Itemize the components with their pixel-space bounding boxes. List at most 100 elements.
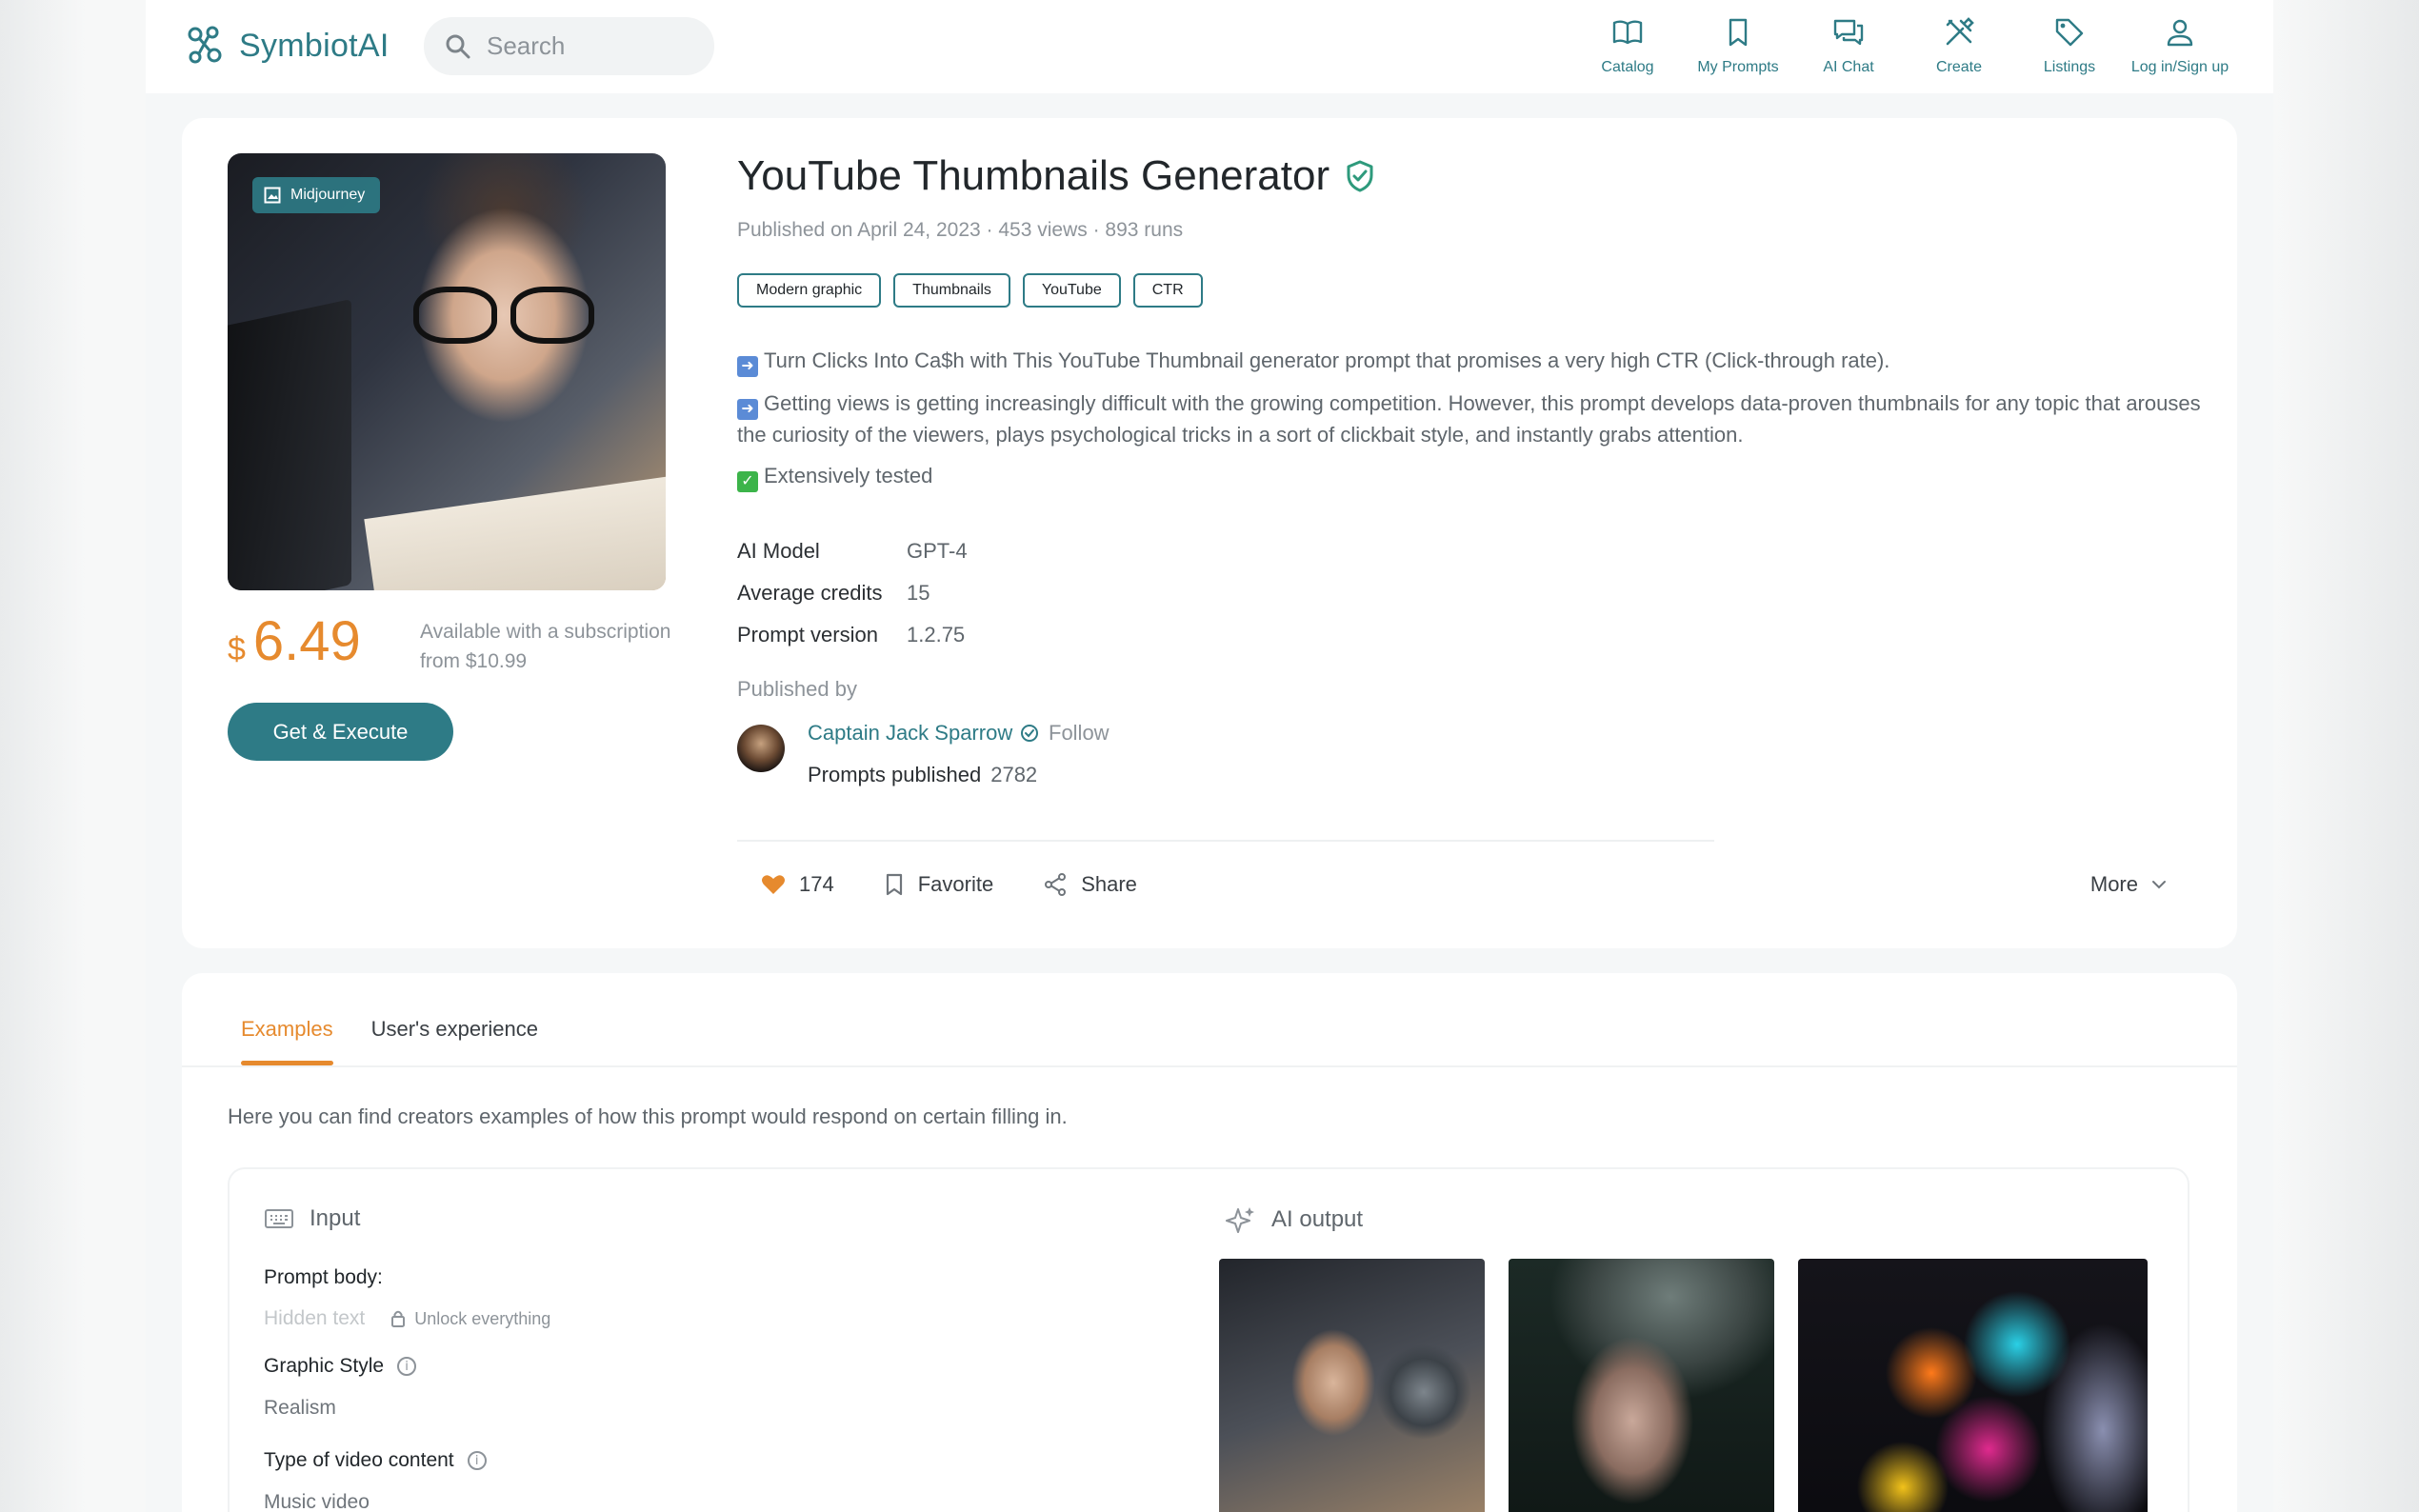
bookmark-icon xyxy=(1729,18,1748,47)
description-paragraph: ➜ Getting views is getting increasingly d… xyxy=(737,391,2201,447)
nav-label-catalog: Catalog xyxy=(1601,59,1654,75)
subscription-note: Available with a subscription from $10.9… xyxy=(420,621,671,672)
info-icon[interactable]: i xyxy=(397,1357,417,1376)
info-icon[interactable]: i xyxy=(467,1451,487,1470)
nav-label-listings: Listings xyxy=(2043,59,2096,75)
property-row: Prompt version 1.2.75 xyxy=(737,623,966,647)
description-paragraph: ✓ Extensively tested xyxy=(737,461,2204,492)
main-nav: Catalog My Prompts AI Chat Create Listin… xyxy=(1572,15,2235,76)
share-icon xyxy=(1045,873,1067,896)
logo[interactable]: SymbiotAI xyxy=(186,25,390,67)
prompt-thumbnail[interactable]: Midjourney xyxy=(228,153,666,590)
verified-shield-icon xyxy=(1347,160,1373,192)
output-image[interactable] xyxy=(1219,1259,1485,1512)
property-row: Average credits 15 xyxy=(737,581,930,605)
nav-login[interactable]: Log in/Sign up xyxy=(2125,15,2235,76)
graphic-style-label: Graphic Style i xyxy=(264,1355,417,1378)
avatar[interactable] xyxy=(737,725,785,772)
description-paragraph: ➜ Turn Clicks Into Ca$h with This YouTube… xyxy=(737,346,2204,377)
favorite-button[interactable]: Favorite xyxy=(884,872,993,897)
output-image[interactable] xyxy=(1798,1259,2148,1512)
more-dropdown[interactable]: More xyxy=(2090,872,2167,897)
sparkle-icon xyxy=(1226,1207,1254,1233)
favorite-label: Favorite xyxy=(917,872,994,896)
bookmark-icon xyxy=(886,873,902,896)
nav-listings[interactable]: Listings xyxy=(2014,15,2125,76)
description: ➜ Turn Clicks Into Ca$h with This YouTube… xyxy=(737,346,2204,492)
share-button[interactable]: Share xyxy=(1043,872,1137,897)
logo-icon xyxy=(188,26,222,64)
publish-meta: Published on April 24, 2023 · 453 views … xyxy=(737,219,1184,241)
hidden-text: Hidden text xyxy=(264,1307,366,1329)
prompt-card: Midjourney $ 6.49 Available with a subsc… xyxy=(182,118,2237,948)
graphic-style-value: Realism xyxy=(264,1397,336,1419)
like-count: 174 xyxy=(799,872,834,896)
get-execute-button[interactable]: Get & Execute xyxy=(228,703,453,761)
search-icon xyxy=(446,34,470,58)
nav-catalog[interactable]: Catalog xyxy=(1572,15,1683,76)
tab-users-experience[interactable]: User's experience xyxy=(371,973,538,1066)
output-heading: AI output xyxy=(1226,1205,1363,1234)
tools-icon xyxy=(1946,17,1974,46)
price-amount: 6.49 xyxy=(252,610,361,672)
share-label: Share xyxy=(1081,872,1137,896)
tag-list: Modern graphic Thumbnails YouTube CTR xyxy=(737,273,2204,308)
nav-label-login: Log in/Sign up xyxy=(2130,59,2229,75)
prompt-body-label: Prompt body: xyxy=(264,1266,383,1288)
tag-chip[interactable]: Thumbnails xyxy=(893,273,1010,308)
prompts-published: Prompts published 2782 xyxy=(808,763,1038,786)
check-mark-icon: ✓ xyxy=(737,471,758,492)
output-image[interactable] xyxy=(1509,1259,1774,1512)
nav-label-my-prompts: My Prompts xyxy=(1697,59,1779,75)
page-shell: SymbiotAI Catalog My Prompts xyxy=(146,0,2273,1512)
prompt-properties: AI Model GPT-4 Average credits 15 Prompt… xyxy=(737,530,2204,656)
publisher: Captain Jack Sparrow Follow Prompts publ… xyxy=(737,717,2204,803)
arrow-right-icon: ➜ xyxy=(737,399,758,420)
nav-label-create: Create xyxy=(1935,59,1983,75)
examples-section: Examples User's experience Here you can … xyxy=(182,973,2237,1512)
model-badge-label: Midjourney xyxy=(290,187,366,203)
nav-create[interactable]: Create xyxy=(1904,15,2014,76)
tag-chip[interactable]: Modern graphic xyxy=(737,273,882,308)
more-label: More xyxy=(2089,872,2138,896)
lock-icon xyxy=(391,1310,406,1327)
nav-ai-chat[interactable]: AI Chat xyxy=(1793,15,1904,76)
published-by-label: Published by xyxy=(737,677,857,701)
verified-badge-icon xyxy=(1021,725,1039,742)
unlock-everything-link[interactable]: Unlock everything xyxy=(390,1309,550,1329)
video-content-value: Music video xyxy=(264,1491,370,1512)
tag-icon xyxy=(2055,18,2084,47)
examples-intro: Here you can find creators examples of h… xyxy=(228,1104,1068,1128)
price-currency: $ xyxy=(228,631,246,667)
follow-button[interactable]: Follow xyxy=(1049,721,1110,746)
tag-chip[interactable]: CTR xyxy=(1132,273,1203,308)
nav-label-ai-chat: AI Chat xyxy=(1823,59,1874,75)
model-badge: Midjourney xyxy=(252,177,381,213)
top-header: SymbiotAI Catalog My Prompts xyxy=(146,0,2273,93)
prompt-info: YouTube Thumbnails Generator Published o… xyxy=(737,152,2204,803)
example-panel: Input Prompt body: Hidden text Unlock ev… xyxy=(228,1167,2189,1512)
video-content-label: Type of video content i xyxy=(264,1449,487,1472)
like-button[interactable]: 174 xyxy=(761,872,834,897)
search-box[interactable] xyxy=(424,17,714,75)
user-icon xyxy=(2167,19,2193,47)
heart-icon xyxy=(762,875,785,894)
chevron-down-icon xyxy=(2152,881,2166,889)
divider xyxy=(737,840,1714,842)
nav-my-prompts[interactable]: My Prompts xyxy=(1683,15,1793,76)
page-title: YouTube Thumbnails Generator xyxy=(737,152,1330,199)
property-row: AI Model GPT-4 xyxy=(737,539,968,563)
tag-chip[interactable]: YouTube xyxy=(1022,273,1121,308)
chat-icon xyxy=(1833,19,1864,46)
search-input[interactable] xyxy=(487,31,677,61)
publisher-name-link[interactable]: Captain Jack Sparrow xyxy=(808,721,1039,746)
tab-examples[interactable]: Examples xyxy=(241,973,333,1066)
section-tabs: Examples User's experience xyxy=(241,973,538,1066)
logo-text: SymbiotAI xyxy=(239,27,390,64)
action-bar: 174 Favorite Share xyxy=(761,872,1137,897)
input-heading: Input xyxy=(264,1205,360,1232)
arrow-right-icon: ➜ xyxy=(737,356,758,377)
hidden-prompt-row: Hidden text Unlock everything xyxy=(264,1307,550,1330)
price: $ 6.49 xyxy=(228,609,361,673)
keyboard-icon xyxy=(265,1209,293,1228)
